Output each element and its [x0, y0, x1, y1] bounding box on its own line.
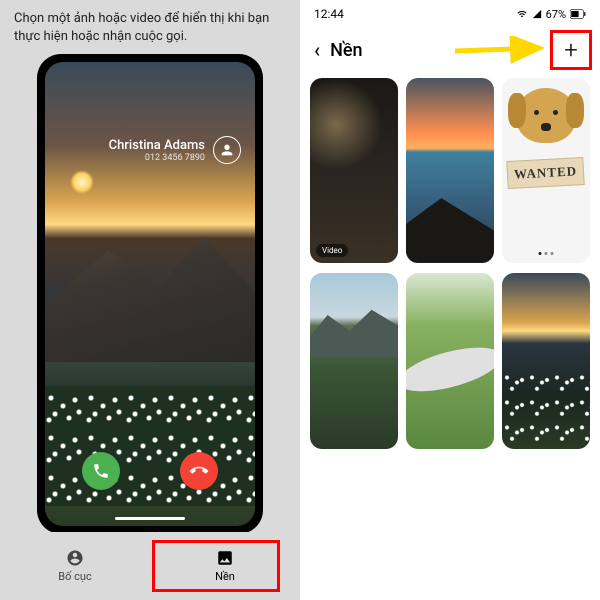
caller-avatar-icon: [213, 136, 241, 164]
wallpaper-thumb[interactable]: WANTED: [502, 78, 590, 263]
wallpaper-thumb[interactable]: [310, 273, 398, 449]
page-dots-indicator: [539, 252, 554, 255]
wifi-icon: [516, 9, 528, 19]
panel-call-background-preview: Chọn một ảnh hoặc video để hiển thị khi …: [0, 0, 300, 600]
home-indicator: [115, 517, 185, 520]
tab-background-label: Nền: [215, 570, 235, 583]
caller-name: Christina Adams: [109, 138, 205, 153]
wallpaper-thumb[interactable]: Video: [310, 78, 398, 263]
phone-mockup: Christina Adams 012 3456 7890: [37, 54, 263, 534]
instruction-text: Chọn một ảnh hoặc video để hiển thị khi …: [14, 10, 286, 46]
image-icon: [216, 549, 234, 567]
phone-icon: [186, 459, 211, 484]
wallpaper-thumb[interactable]: [502, 273, 590, 449]
tab-layout-label: Bố cục: [58, 570, 91, 583]
status-battery: 67%: [546, 8, 566, 21]
bottom-tabs: Bố cục Nền: [0, 532, 300, 600]
page-title: Nền: [330, 40, 362, 61]
wanted-sign-text: WANTED: [507, 157, 585, 189]
back-button[interactable]: ‹: [314, 40, 320, 60]
video-badge: Video: [316, 244, 348, 257]
person-icon: [66, 549, 84, 567]
call-buttons: [45, 452, 255, 490]
caller-number: 012 3456 7890: [109, 153, 205, 163]
panel-background-gallery: 12:44 67% ‹ Nền + Video: [300, 0, 600, 600]
accept-call-button[interactable]: [82, 452, 120, 490]
dog-illustration: [516, 88, 576, 143]
status-time: 12:44: [314, 7, 344, 21]
decline-call-button[interactable]: [180, 452, 218, 490]
phone-icon: [92, 462, 110, 480]
plus-icon: +: [564, 36, 578, 64]
status-bar: 12:44 67%: [300, 0, 600, 28]
caller-info: Christina Adams 012 3456 7890: [109, 136, 241, 164]
tab-layout[interactable]: Bố cục: [0, 532, 150, 600]
signal-icon: [532, 9, 542, 19]
battery-icon: [570, 9, 586, 19]
header: ‹ Nền +: [300, 28, 600, 72]
wallpaper-gallery: Video WANTED: [300, 72, 600, 455]
wallpaper-thumb[interactable]: [406, 78, 494, 263]
add-button[interactable]: +: [556, 35, 586, 65]
wallpaper-thumb[interactable]: [406, 273, 494, 449]
phone-screen: Christina Adams 012 3456 7890: [45, 62, 255, 526]
tab-background[interactable]: Nền: [150, 532, 300, 600]
